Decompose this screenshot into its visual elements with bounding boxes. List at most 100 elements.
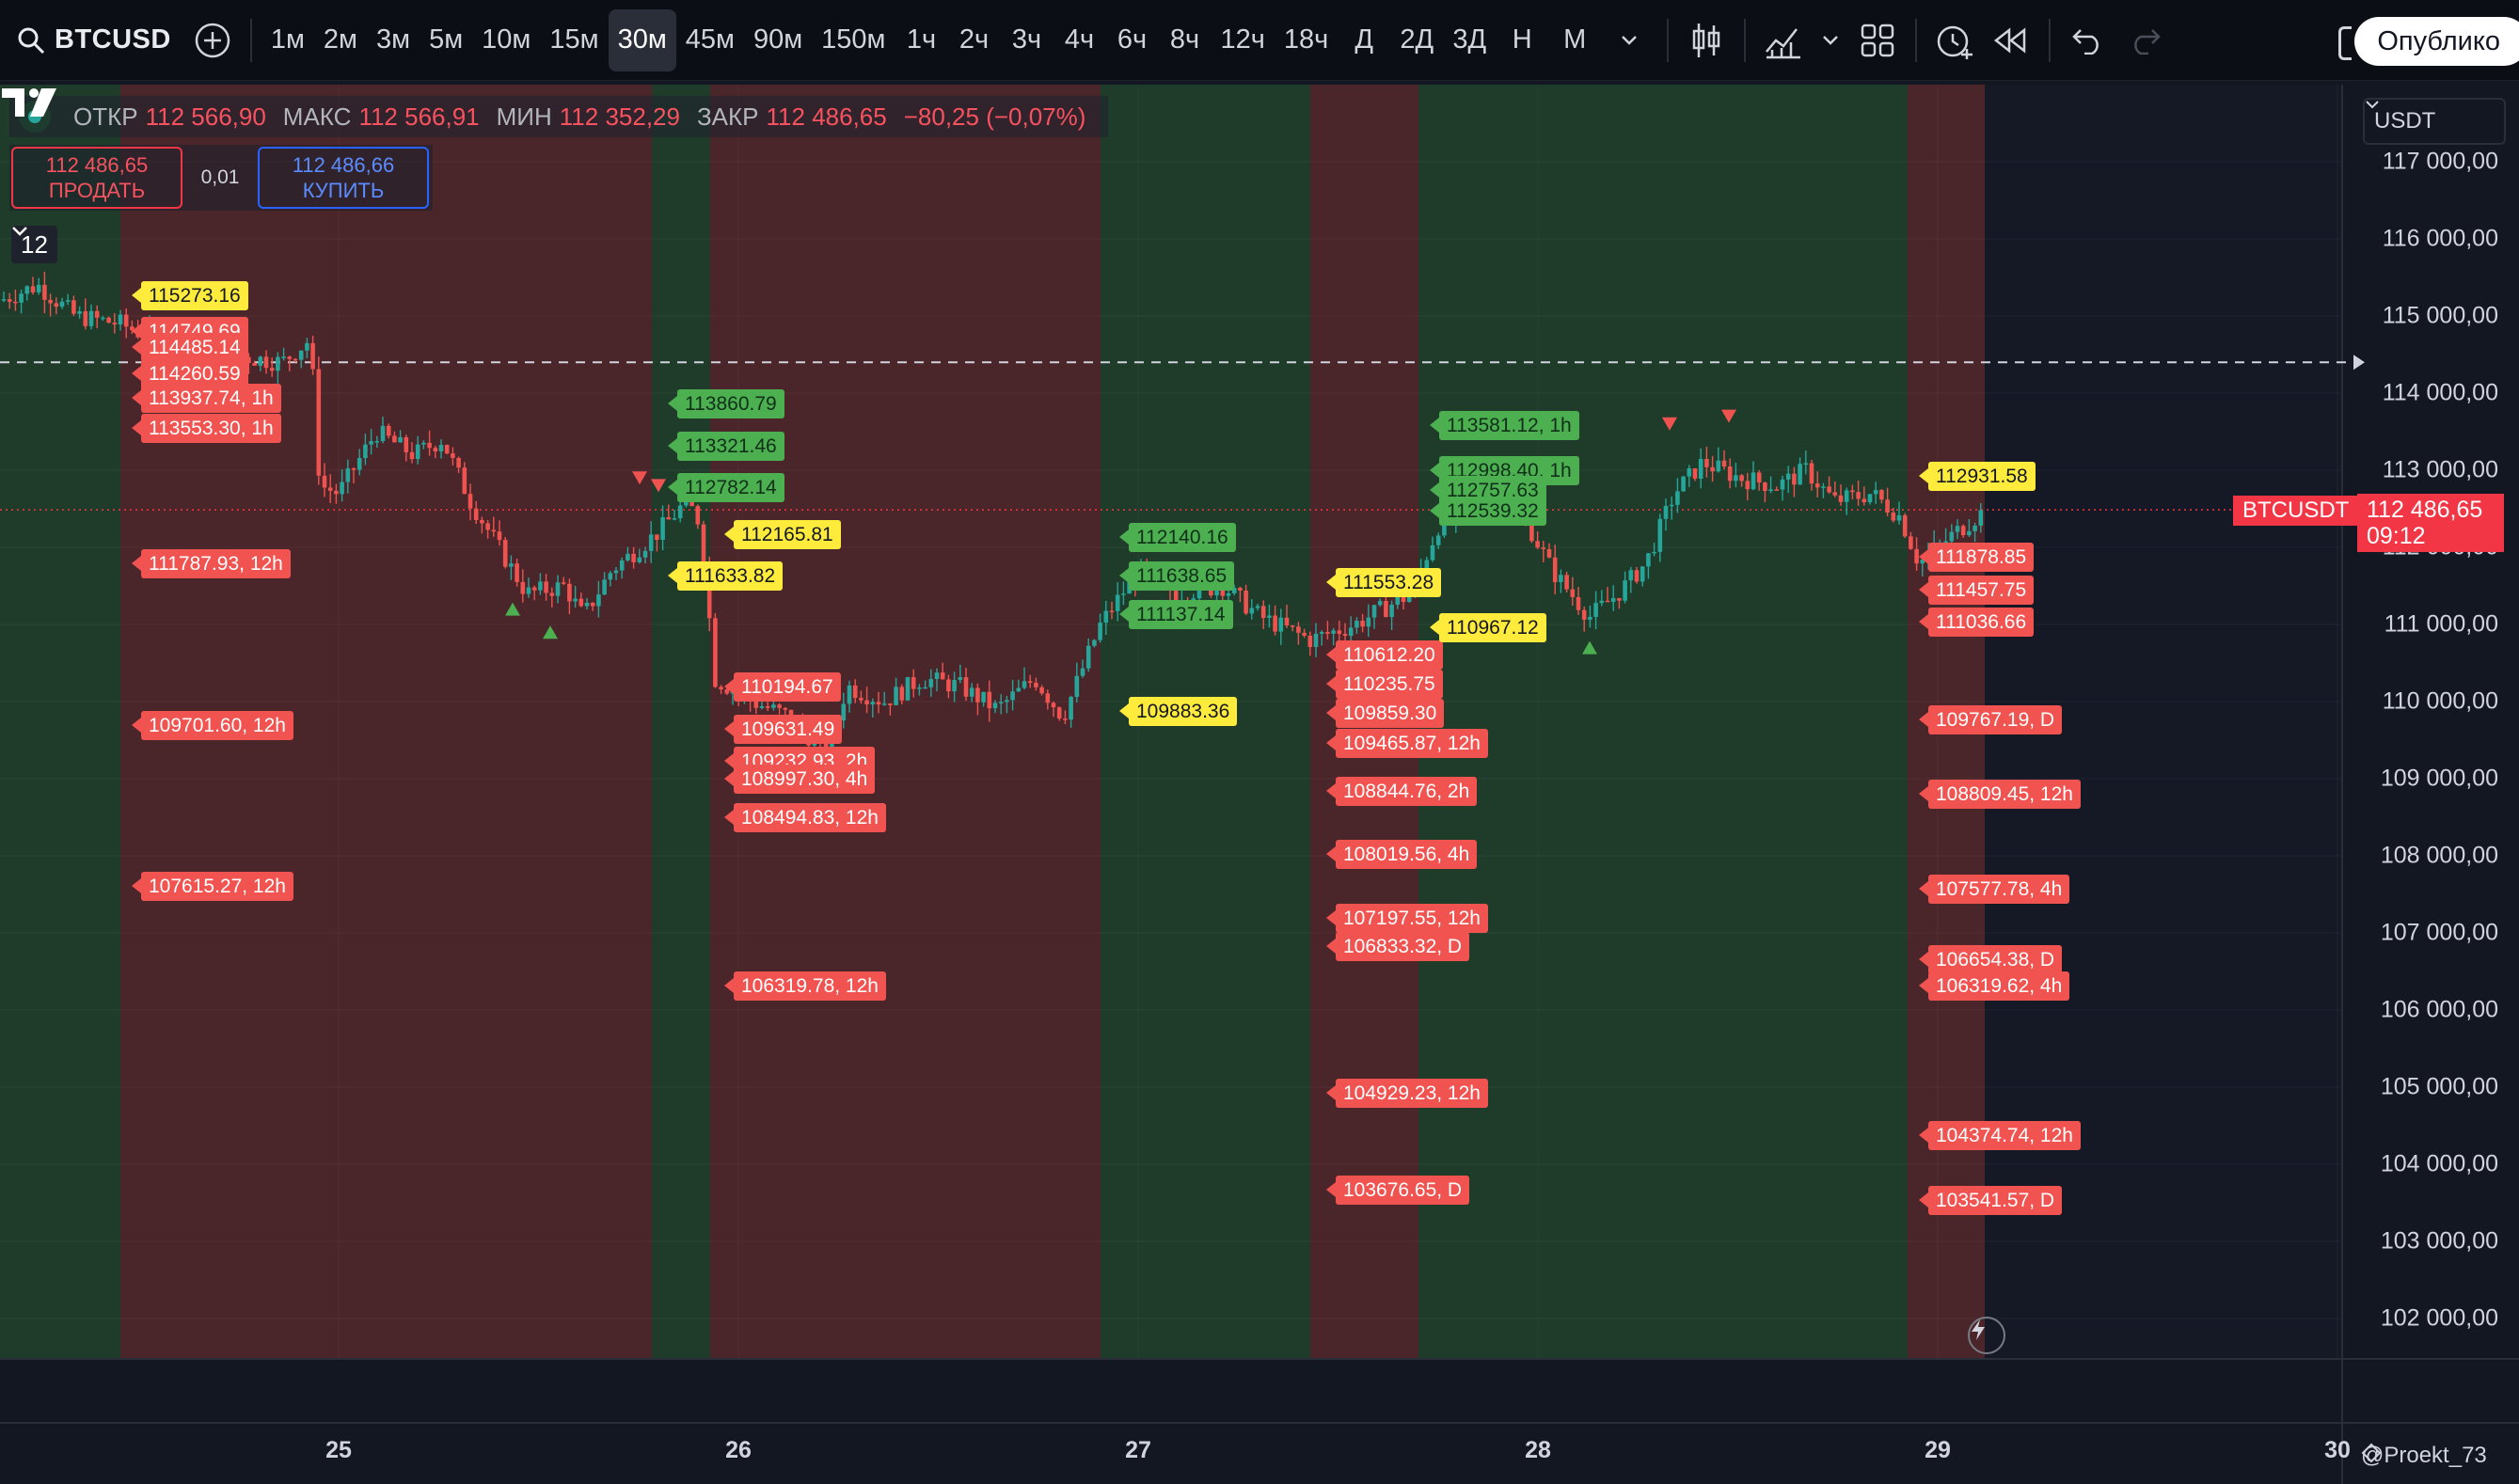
chart-type-button[interactable] (1678, 9, 1735, 71)
level-label: 109883.36 (1118, 696, 1238, 726)
level-label: 110967.12 (1430, 612, 1546, 642)
chart-area[interactable]: ОТКР 112 566,90 МАКС 112 566,91 МИН 112 … (0, 85, 2519, 1484)
quantity-value[interactable]: 0,01 (182, 166, 258, 189)
redo-button[interactable] (2116, 9, 2173, 71)
candle-body (258, 356, 263, 366)
candle-body (1960, 526, 1966, 536)
candle-body (1570, 589, 1576, 598)
level-label: 112782.14 (668, 472, 784, 502)
candle-body (1552, 557, 1558, 583)
interval-button[interactable]: 2Д (1390, 9, 1443, 71)
level-label: 109701.60, 12h (132, 710, 293, 740)
change-value: −80,25 (−0,07%) (903, 102, 1086, 131)
lightning-icon[interactable] (1968, 1317, 2005, 1354)
interval-button[interactable]: 8ч (1159, 9, 1212, 71)
candle-body (340, 482, 344, 495)
candle-body (905, 676, 911, 701)
level-label: 109767.19, D (1918, 705, 2063, 735)
candle-body (958, 677, 963, 680)
candle-body (1238, 588, 1243, 592)
price-chart[interactable] (0, 85, 2519, 1484)
buy-button[interactable]: 112 486,66 КУПИТЬ (258, 147, 429, 209)
interval-button[interactable]: 1м (261, 9, 314, 71)
candles-icon (1693, 23, 1720, 57)
candle-body (1034, 682, 1038, 687)
logo-icon (2361, 1443, 2382, 1463)
candle-body (433, 448, 438, 451)
interval-button[interactable]: 4ч (1054, 9, 1106, 71)
interval-button[interactable]: 3ч (1001, 9, 1054, 71)
author-watermark: @Proekt_73 (2361, 1443, 2487, 1469)
interval-button[interactable]: 12ч (1212, 9, 1275, 71)
candle-body (894, 687, 898, 705)
candle-body (923, 687, 927, 689)
level-label: 111553.28 (1325, 567, 1442, 597)
layout-button[interactable] (1849, 9, 1906, 71)
interval-button[interactable]: 150м (812, 9, 895, 71)
candle-body (252, 363, 257, 366)
level-label: 113581.12, 1h (1430, 411, 1579, 441)
interval-button[interactable]: 45м (676, 9, 744, 71)
interval-dropdown[interactable] (1601, 9, 1657, 71)
interval-button[interactable]: М (1548, 9, 1601, 71)
level-label: 111036.66 (1918, 608, 2035, 638)
replay-button[interactable] (1983, 9, 2039, 71)
compare-button[interactable] (184, 9, 241, 71)
candle-body (1867, 494, 1873, 503)
candle-body (648, 534, 654, 551)
publish-button[interactable]: Опублико (2354, 17, 2519, 66)
candle-body (1681, 476, 1686, 492)
candle-body (1909, 536, 1913, 549)
candle-body (881, 703, 887, 705)
fullscreen-icon[interactable] (2338, 26, 2352, 60)
tradingview-logo-icon[interactable] (0, 85, 62, 118)
candle-body (701, 524, 706, 564)
indicators-dropdown[interactable] (1812, 9, 1849, 71)
time-axis-label: 26 (725, 1437, 752, 1463)
interval-button[interactable]: 15м (540, 9, 608, 71)
interval-button[interactable]: Д (1338, 9, 1390, 71)
candle-body (94, 310, 100, 318)
interval-button[interactable]: 3м (367, 9, 420, 71)
candle-body (369, 441, 373, 445)
candle-body (992, 703, 998, 709)
indicators-toggle[interactable]: 12 (11, 226, 57, 263)
interval-button[interactable]: 1ч (895, 9, 948, 71)
interval-button[interactable]: 2ч (948, 9, 1001, 71)
candle-body (1844, 490, 1849, 502)
candle-body (520, 581, 526, 594)
undo-button[interactable] (2060, 9, 2116, 71)
level-label: 108494.83, 12h (724, 803, 886, 833)
interval-button[interactable]: 18ч (1275, 9, 1338, 71)
candle-body (1716, 460, 1721, 472)
interval-button[interactable]: 90м (744, 9, 812, 71)
candle-body (30, 286, 36, 292)
interval-button[interactable]: 30м (608, 8, 676, 71)
candle-body (1739, 475, 1744, 482)
sell-button[interactable]: 112 486,65 ПРОДАТЬ (11, 147, 182, 209)
toolbar-divider (1744, 18, 1747, 62)
candle-body (573, 598, 578, 602)
candle-body (118, 314, 123, 325)
indicators-button[interactable] (1755, 9, 1812, 71)
interval-button[interactable]: 10м (472, 9, 540, 71)
candle-body (619, 560, 625, 571)
candle-body (1879, 490, 1884, 500)
candle-body (1814, 483, 1820, 488)
interval-button[interactable]: 3Д (1443, 9, 1496, 71)
candle-body (1319, 632, 1324, 634)
candle-body (602, 579, 607, 595)
symbol-price-tag: BTCUSDT (2233, 496, 2359, 526)
interval-button[interactable]: 6ч (1106, 9, 1159, 71)
search-icon (18, 27, 45, 54)
candle-body (567, 583, 572, 602)
symbol-search[interactable]: BTCUSD (0, 0, 184, 81)
candle-body (946, 679, 951, 692)
interval-button[interactable]: 5м (420, 9, 472, 71)
currency-select[interactable]: USDT (2363, 98, 2506, 145)
interval-button[interactable]: 2м (314, 9, 367, 71)
interval-button[interactable]: Н (1496, 9, 1548, 71)
candle-body (1325, 632, 1330, 634)
alert-button[interactable] (1926, 9, 1983, 71)
candle-body (981, 691, 986, 703)
